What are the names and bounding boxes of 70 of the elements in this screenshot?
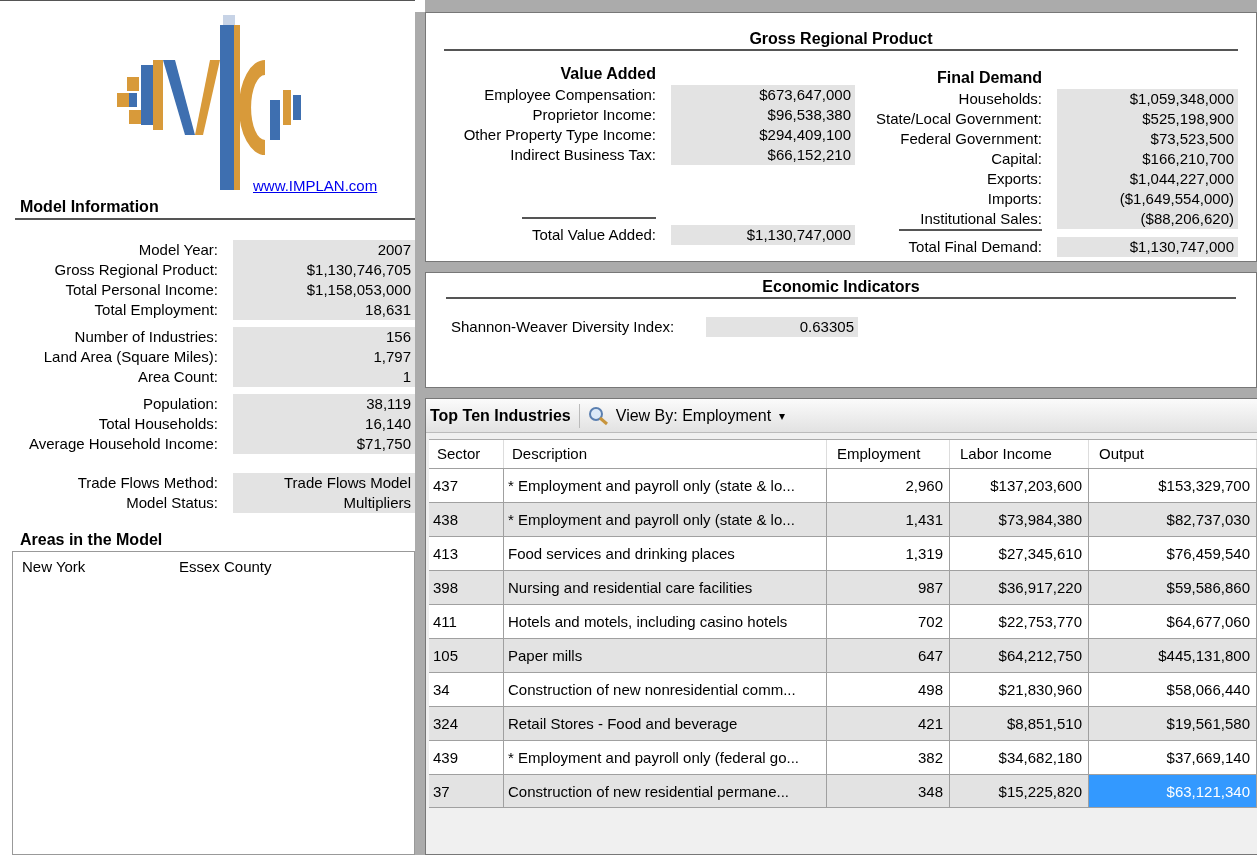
panel-title: Economic Indicators [761,277,921,297]
field-label: Population: [142,394,218,414]
field-value: 16,140 [365,414,411,434]
field-label: Total Employment: [94,300,218,320]
total-label: Total Final Demand: [898,229,1042,257]
field-value: ($88,206,620) [1140,209,1234,229]
field-label: Shannon-Weaver Diversity Index: [450,317,676,337]
field-label: Exports: [986,169,1042,189]
section-heading: Model Information [20,197,160,217]
field-value: $525,198,900 [1142,109,1234,129]
field-value: 0.63305 [706,317,858,337]
field-label: Indirect Business Tax: [510,145,656,165]
search-icon [587,405,610,426]
field-value: 1,797 [373,347,411,367]
section-heading: Areas in the Model [20,530,164,550]
field-value: 38,119 [366,394,411,414]
field-label: Total Personal Income: [65,280,218,300]
field-value: ($1,649,554,000) [1119,189,1234,209]
field-label: Capital: [991,149,1042,169]
field-value: $1,130,746,705 [306,260,411,280]
field-value: $1,158,053,000 [306,280,411,300]
total-label: Total Value Added: [522,217,656,245]
column-heading: Value Added [559,64,656,84]
view-by-dropdown[interactable]: View By: Employment ▾ [587,403,786,428]
field-value: $66,152,210 [767,145,851,165]
list-item[interactable]: Essex County [179,556,272,578]
list-item[interactable]: New York [13,556,179,578]
field-label: Model Year: [138,240,218,260]
caret-icon: ▾ [779,406,786,425]
total-value: $1,130,747,000 [671,225,855,245]
website-link[interactable]: www.IMPLAN.com [253,175,378,198]
field-value: 1 [402,367,411,387]
splitter-bar[interactable] [415,12,425,855]
field-label: Area Count: [137,367,218,387]
field-label: Average Household Income: [29,434,218,454]
field-label: Proprietor Income: [532,105,656,125]
field-label: Imports: [987,189,1042,209]
field-label: Households: [958,89,1042,109]
field-value: $294,409,100 [759,125,851,145]
field-value: $73,523,500 [1150,129,1234,149]
field-label: Employee Compensation: [484,85,656,105]
field-label: Gross Regional Product: [54,260,218,280]
table-cell: Construction of new residential permane... [504,775,827,807]
field-label: Institutional Sales: [920,209,1042,229]
field-value: 156 [385,327,411,347]
field-value: $166,210,700 [1142,149,1234,169]
field-value: Trade Flows Model [284,473,411,493]
field-value: $1,059,348,000 [1129,89,1234,109]
table-cell: 348 [827,775,950,807]
field-label: Number of Industries: [74,327,218,347]
table-cell: $63,121,340 [1089,775,1257,807]
field-value: $71,750 [356,434,411,454]
field-label: Federal Government: [900,129,1042,149]
column-heading: Final Demand [936,68,1042,88]
toolbar-title: Top Ten Industries [430,405,571,426]
total-value: $1,130,747,000 [1057,237,1238,257]
field-label: State/Local Government: [876,109,1042,129]
field-label: Model Status: [126,493,218,513]
table-cell: 37 [429,775,504,807]
field-value: Multipliers [343,493,411,513]
field-value: 2007 [377,240,411,260]
field-label: Trade Flows Method: [77,473,218,493]
field-value: $96,538,380 [767,105,851,125]
field-label: Total Households: [98,414,218,434]
field-label: Land Area (Square Miles): [43,347,218,367]
field-value: $1,044,227,000 [1129,169,1234,189]
panel-title: Gross Regional Product [748,29,934,49]
field-label: Other Property Type Income: [463,125,656,145]
field-value: $673,647,000 [759,85,851,105]
field-value: 18,631 [365,300,411,320]
